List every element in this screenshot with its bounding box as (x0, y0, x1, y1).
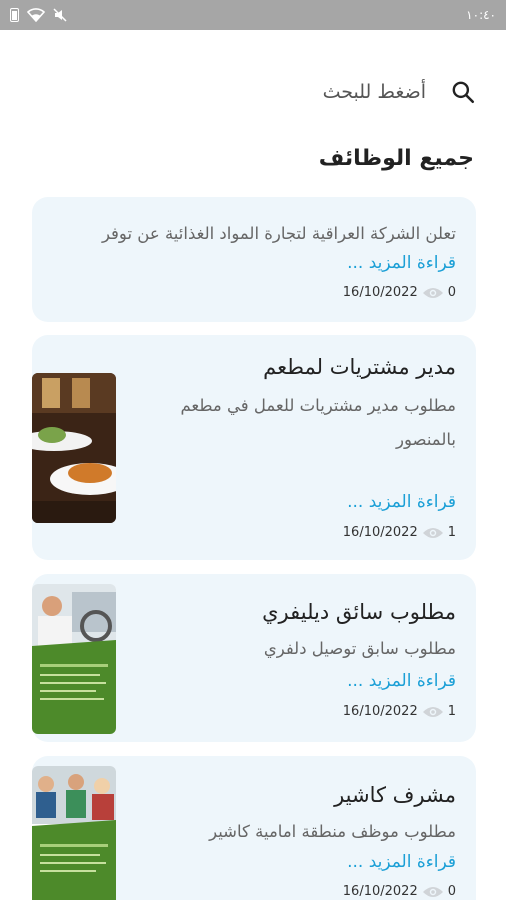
job-thumbnail (32, 584, 116, 734)
read-more-link[interactable]: قراءة المزيد ... (347, 852, 456, 872)
job-description: مطلوب سابق توصيل دلفري (263, 639, 456, 658)
read-more-link[interactable]: قراءة المزيد ... (347, 253, 456, 273)
job-meta: 1 16/10/2022 (337, 704, 456, 719)
view-count: 0 (447, 285, 456, 300)
job-title: مشرف كاشير (334, 783, 456, 807)
eye-icon (422, 706, 443, 717)
job-thumbnail (32, 373, 116, 523)
eye-icon (422, 527, 443, 538)
job-meta: 0 16/10/2022 (337, 285, 456, 300)
view-count: 1 (447, 525, 456, 540)
job-date: 16/10/2022 (342, 704, 418, 719)
view-count: 1 (447, 704, 456, 719)
read-more-link[interactable]: قراءة المزيد ... (347, 492, 456, 512)
job-card[interactable]: تعلن الشركة العراقية لتجارة المواد الغذا… (32, 197, 476, 322)
job-description: تعلن الشركة العراقية لتجارة المواد الغذا… (101, 224, 456, 243)
battery-icon (10, 8, 19, 22)
job-date: 16/10/2022 (342, 884, 418, 899)
section-title: جميع الوظائف (318, 146, 474, 171)
job-description: مطلوب مدير مشتريات للعمل في مطعم بالمنصو… (180, 396, 456, 449)
status-bar: ١٠:٤٠ (0, 0, 506, 30)
search-icon[interactable] (450, 79, 476, 105)
status-icons (10, 8, 67, 22)
job-description: مطلوب موظف منطقة امامية كاشير (209, 822, 456, 841)
job-thumbnail (32, 766, 116, 900)
job-date: 16/10/2022 (342, 285, 418, 300)
status-time: ١٠:٤٠ (466, 8, 496, 22)
job-meta: 0 16/10/2022 (337, 884, 456, 899)
job-title: مدير مشتريات لمطعم (263, 355, 456, 379)
job-title: مطلوب سائق ديليفري (262, 600, 456, 624)
wifi-icon (27, 8, 45, 22)
job-card[interactable]: مطلوب سائق ديليفري مطلوب سابق توصيل دلفر… (32, 574, 476, 742)
eye-icon (422, 287, 443, 298)
job-date: 16/10/2022 (342, 525, 418, 540)
job-meta: 1 16/10/2022 (337, 525, 456, 540)
read-more-link[interactable]: قراءة المزيد ... (347, 671, 456, 691)
eye-icon (422, 886, 443, 897)
view-count: 0 (447, 884, 456, 899)
mute-icon (53, 8, 67, 22)
search-bar[interactable]: أضغط للبحث (0, 72, 506, 112)
job-card[interactable]: مدير مشتريات لمطعم مطلوب مدير مشتريات لل… (32, 335, 476, 560)
search-placeholder[interactable]: أضغط للبحث (323, 81, 426, 103)
job-card[interactable]: مشرف كاشير مطلوب موظف منطقة امامية كاشير… (32, 756, 476, 900)
